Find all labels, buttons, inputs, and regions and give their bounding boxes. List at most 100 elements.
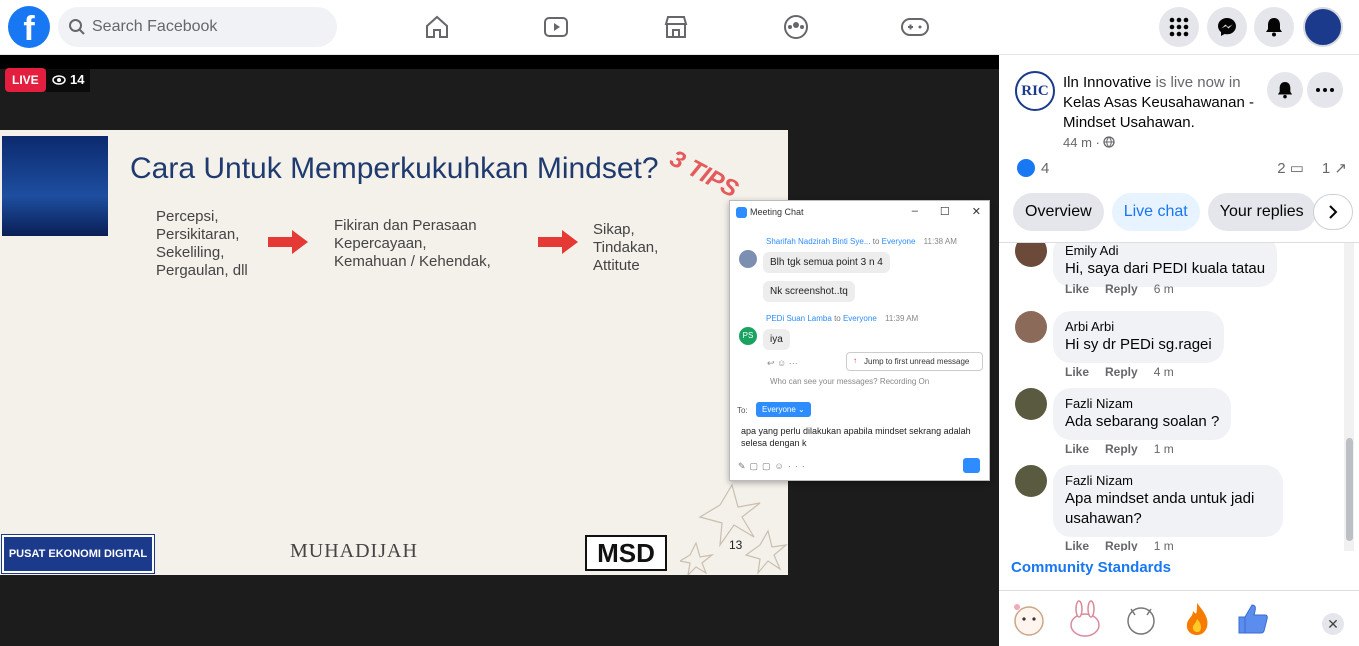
message-time: 11:38 AM [923, 237, 957, 246]
comment-text: Ada sebarang soalan ? [1065, 413, 1220, 430]
community-standards-link[interactable]: Community Standards [1011, 559, 1171, 576]
reply-link[interactable]: Reply [1105, 365, 1138, 379]
like-link[interactable]: Like [1065, 282, 1089, 296]
cat-hearts-sticker[interactable] [1009, 599, 1049, 639]
comment-author[interactable]: Arbi Arbi [1065, 319, 1212, 335]
scrollbar-thumb[interactable] [1346, 438, 1353, 541]
avatar[interactable] [1015, 465, 1047, 497]
avatar[interactable] [1015, 388, 1047, 420]
more-options-icon[interactable] [1307, 72, 1343, 108]
fire-emoji[interactable] [1177, 599, 1217, 639]
msd-logo: MSD [585, 535, 667, 571]
cat-thumbs-sticker[interactable] [1121, 599, 1161, 639]
comment-text: Hi, saya dari PEDI kuala tatau [1065, 260, 1266, 277]
like-link[interactable]: Like [1065, 442, 1089, 456]
chevron-right-icon [1329, 205, 1338, 219]
like-link[interactable]: Like [1065, 365, 1089, 379]
message-actions[interactable]: ↩ ☺ ··· [767, 358, 798, 369]
minimize-icon[interactable]: – [912, 205, 918, 218]
live-badge: LIVE [5, 68, 46, 92]
comment-item: Emily Adi Hi, saya dari PEDI kuala tatau… [1015, 243, 1345, 296]
comment-item: Fazli Nizam Apa mindset anda untuk jadi … [1015, 465, 1345, 551]
who-can-see-link[interactable]: Who can see your messages? Recording On [770, 377, 929, 386]
tab-your-replies[interactable]: Your replies [1207, 193, 1316, 231]
target-name: Everyone [881, 237, 916, 246]
comment-author[interactable]: Emily Adi [1065, 243, 1265, 259]
like-link[interactable]: Like [1065, 539, 1089, 551]
close-icon[interactable]: ✕ [972, 205, 981, 218]
facebook-logo[interactable]: f [8, 6, 50, 48]
marketplace-icon[interactable] [656, 10, 696, 44]
post-time: 44 m · [1063, 135, 1116, 150]
message-sender: Sharifah Nadzirah Binti Sye... to Everyo… [766, 237, 957, 246]
comment-bubble: Fazli Nizam Ada sebarang soalan ? [1053, 388, 1232, 440]
page-avatar[interactable]: RIC [1015, 71, 1055, 111]
tabs-next-button[interactable] [1313, 194, 1353, 230]
post-header: Iln Innovative is live now in Kelas Asas… [1063, 73, 1268, 133]
up-arrow-icon: ↑ [853, 356, 857, 365]
thumbs-up-emoji[interactable] [1233, 599, 1273, 639]
comment-text: Hi sy dr PEDi sg.ragei [1065, 336, 1212, 353]
bunny-sticker[interactable] [1065, 599, 1105, 639]
to-label: to [872, 237, 880, 246]
comment-actions: Like Reply 1 m [1065, 539, 1174, 551]
search-input[interactable] [92, 7, 322, 47]
recipient-value: Everyone [762, 405, 796, 414]
search-box[interactable] [58, 7, 337, 47]
chat-compose-input[interactable]: apa yang perlu dilakukan apabila mindset… [741, 425, 976, 449]
bell-icon[interactable] [1267, 72, 1303, 108]
viewer-count: 14 [46, 68, 91, 92]
comment-bubble: Emily Adi Hi, saya dari PEDI kuala tatau [1053, 243, 1278, 287]
notifications-icon[interactable] [1254, 7, 1294, 47]
share-count[interactable]: 1 ↗ [1322, 159, 1347, 177]
comments-scrollbar[interactable] [1344, 243, 1354, 551]
jump-to-unread-button[interactable]: ↑ Jump to first unread message [846, 352, 983, 371]
chat-message: iya [763, 329, 790, 350]
message-sender: PEDi Suan Lamba to Everyone 11:39 AM [766, 314, 918, 323]
viewer-count-value: 14 [70, 72, 85, 87]
meeting-chat-title: Meeting Chat [750, 207, 804, 217]
live-sidebar: RIC Iln Innovative is live now in Kelas … [999, 55, 1359, 646]
comment-author[interactable]: Fazli Nizam [1065, 473, 1271, 489]
close-icon[interactable]: ✕ [1322, 613, 1344, 635]
maximize-icon[interactable]: ☐ [940, 205, 950, 218]
pusat-ekonomi-digital-logo: PUSAT EKONOMI DIGITAL [1, 534, 155, 574]
meeting-chat-window[interactable]: Meeting Chat – ☐ ✕ Sharifah Nadzirah Bin… [729, 200, 990, 481]
avatar[interactable] [1015, 243, 1047, 267]
avatar[interactable] [1015, 311, 1047, 343]
reply-link[interactable]: Reply [1105, 442, 1138, 456]
red-arrow-icon [268, 230, 308, 254]
sender-avatar: PS [739, 327, 757, 345]
menu-grid-icon[interactable] [1159, 7, 1199, 47]
flower-decoration [680, 483, 788, 575]
tab-overview[interactable]: Overview [1013, 193, 1104, 231]
iceberg-image [2, 136, 108, 236]
comment-count[interactable]: 2 ▭ [1277, 159, 1304, 177]
comment-item: Arbi Arbi Hi sy dr PEDi sg.ragei Like Re… [1015, 311, 1345, 379]
groups-icon[interactable] [776, 10, 816, 44]
compose-toolbar[interactable]: ✎▢▢☺··· [738, 461, 809, 472]
page-name[interactable]: Iln Innovative [1063, 74, 1151, 91]
reply-link[interactable]: Reply [1105, 282, 1138, 296]
reaction-summary[interactable]: 4 [1017, 159, 1049, 177]
watch-icon[interactable] [536, 10, 576, 44]
muhadijah-logo: MUHADIJAH [290, 540, 418, 562]
red-arrow-icon [538, 230, 578, 254]
gaming-icon[interactable] [895, 10, 935, 44]
tab-live-chat[interactable]: Live chat [1111, 193, 1200, 231]
recipient-dropdown[interactable]: Everyone ⌄ [756, 402, 811, 417]
home-icon[interactable] [417, 10, 457, 44]
quick-sticker-bar: ✕ [999, 590, 1359, 646]
profile-avatar[interactable] [1303, 7, 1343, 47]
comment-time: 6 m [1153, 282, 1174, 296]
messenger-icon[interactable] [1207, 7, 1247, 47]
slide-column-3: Sikap, Tindakan, Attitute [593, 221, 659, 274]
top-navigation-bar: f [0, 0, 1359, 55]
reply-link[interactable]: Reply [1105, 539, 1138, 551]
send-button[interactable] [963, 458, 980, 473]
live-text: is live now in [1151, 74, 1241, 91]
comment-time: 1 m [1153, 539, 1174, 551]
sidebar-tabs: Overview Live chat Your replies [1013, 193, 1316, 231]
group-name[interactable]: Kelas Asas Keusahawanan - Mindset Usahaw… [1063, 94, 1254, 131]
comment-author[interactable]: Fazli Nizam [1065, 396, 1219, 412]
